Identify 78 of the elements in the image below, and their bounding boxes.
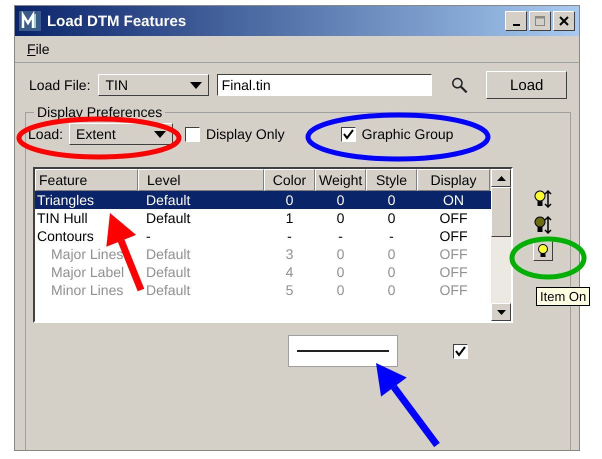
checkbox-label: Display Only [206, 126, 285, 142]
table-cell-text: 4 [284, 264, 294, 280]
table-cell-text: - [286, 228, 293, 244]
scrollbar[interactable] [491, 169, 511, 321]
table-cell-text: - [145, 228, 152, 244]
table-cell-text: - [337, 228, 344, 244]
table-cell-text: 0 [284, 192, 294, 208]
table-cell-text: Default [145, 192, 192, 208]
checkbox[interactable] [340, 126, 356, 142]
table-cell-text: 0 [336, 246, 346, 262]
caret-icon [154, 130, 166, 138]
column-header[interactable]: Level [138, 169, 264, 191]
column-header[interactable]: Display [417, 169, 490, 191]
maximize-button[interactable] [529, 11, 551, 31]
table-cell-text: 0 [386, 210, 396, 226]
table-cell-text: Major Lines [50, 246, 124, 262]
group-title: Display Preferences [34, 104, 166, 120]
item-on-button[interactable] [533, 241, 553, 261]
table-cell-text: OFF [438, 246, 468, 262]
table-cell-text: Default [145, 282, 192, 298]
table-cell-text: - [388, 228, 395, 244]
table-cell-text: 0 [386, 192, 396, 208]
bulb-icon [537, 244, 549, 258]
table-cell-text: OFF [438, 264, 468, 280]
close-icon [559, 16, 569, 26]
menu-item[interactable]: File [27, 41, 50, 57]
table-cell-text: 0 [386, 264, 396, 280]
table-cell-text: Major Label [50, 264, 126, 280]
table-cell-text: Contours [36, 228, 95, 244]
table-cell-text: 0 [336, 210, 346, 226]
table-cell-text: Default [145, 264, 192, 280]
table-cell-text: 0 [336, 264, 346, 280]
scroll-down-icon[interactable] [496, 310, 506, 314]
scroll-up-icon[interactable] [496, 176, 506, 180]
table-cell-text: Default [145, 210, 192, 226]
table-cell-text: 0 [386, 246, 396, 262]
checkbox[interactable] [185, 126, 200, 142]
maximize-icon [535, 16, 545, 26]
table-cell-text: OFF [438, 282, 468, 298]
load-button[interactable]: Load [486, 71, 568, 99]
table-cell-text: Default [145, 246, 192, 262]
table-cell-text: OFF [438, 228, 468, 244]
file-name-field[interactable]: Final.tin [216, 74, 432, 96]
bulb-arrows-icon[interactable] [534, 189, 552, 209]
tooltip: Item On [536, 287, 590, 306]
window-title: Load DTM Features [47, 12, 188, 30]
app-icon [19, 11, 41, 31]
column-header[interactable]: Style [366, 169, 417, 191]
table-cell-text: 5 [284, 282, 294, 298]
load-file-label: Load File: [29, 77, 90, 93]
table-cell-text: 0 [386, 282, 396, 298]
checkbox-label: Graphic Group [362, 126, 454, 142]
table-cell-text: 0 [336, 282, 346, 298]
table-cell-text: 0 [336, 192, 346, 208]
table-cell-text: 1 [284, 210, 294, 226]
file-type-dropdown[interactable]: TIN [98, 74, 209, 96]
table-cell-text: 3 [284, 246, 294, 262]
table-row[interactable]: Contours - - - - OFF [35, 227, 491, 245]
table-row[interactable]: TIN Hull Default 1 0 0 OFF [35, 209, 491, 227]
table-cell-text: TIN Hull [36, 210, 89, 226]
table-cell-text: Minor Lines [50, 282, 124, 298]
column-header[interactable]: Color [264, 169, 315, 191]
line-style-preview[interactable] [288, 335, 398, 367]
load-mode-dropdown[interactable]: Extent [69, 123, 174, 145]
column-header[interactable]: Feature [35, 169, 138, 191]
search-icon[interactable] [450, 75, 468, 95]
minimize-button[interactable] [505, 11, 527, 31]
table-cell-text: OFF [438, 210, 468, 226]
table-cell-text: Triangles [36, 192, 96, 208]
minimize-icon [512, 24, 520, 26]
table-row[interactable]: Triangles Default 0 0 0 ON [35, 191, 491, 209]
checkbox[interactable] [453, 344, 468, 358]
caret-icon [190, 82, 202, 88]
load-label: Load: [28, 126, 64, 142]
close-button[interactable] [553, 11, 575, 31]
column-header[interactable]: Weight [315, 169, 366, 191]
bulb-arrows-icon[interactable] [534, 215, 552, 235]
table-cell-text: ON [442, 192, 465, 208]
